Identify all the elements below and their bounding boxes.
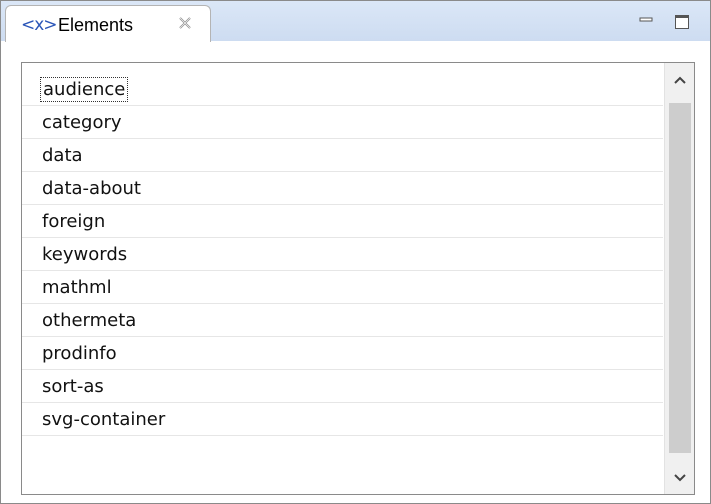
element-tag-icon: <x>	[21, 15, 58, 35]
list-item-label: audience	[39, 77, 129, 102]
elements-view: <x> Elements audience category data data-ab…	[0, 0, 711, 504]
list-item-label: category	[42, 112, 122, 133]
list-item[interactable]: category	[22, 106, 663, 139]
list-item[interactable]: prodinfo	[22, 337, 663, 370]
list-item[interactable]: sort-as	[22, 370, 663, 403]
elements-list-items: audience category data data-about foreign key…	[22, 63, 663, 494]
list-item[interactable]: svg-container	[22, 403, 663, 436]
list-item[interactable]: audience	[22, 73, 663, 106]
list-item[interactable]: othermeta	[22, 304, 663, 337]
list-item-label: data	[42, 145, 83, 166]
scrollbar-thumb[interactable]	[669, 103, 691, 453]
list-item-label: mathml	[42, 277, 112, 298]
elements-list[interactable]: audience category data data-about foreign key…	[21, 62, 695, 495]
vertical-scrollbar[interactable]	[664, 63, 694, 494]
list-item-label: othermeta	[42, 310, 137, 331]
list-item-label: svg-container	[42, 409, 166, 430]
list-item-label: sort-as	[42, 376, 104, 397]
list-item-label: keywords	[42, 244, 128, 265]
close-icon[interactable]	[176, 14, 194, 32]
tab-elements[interactable]: <x> Elements	[5, 5, 211, 42]
chevron-up-icon[interactable]	[665, 65, 695, 95]
list-item[interactable]: data-about	[22, 172, 663, 205]
view-title-bar: <x> Elements	[1, 1, 710, 42]
minimize-icon[interactable]	[637, 13, 655, 31]
list-item[interactable]: foreign	[22, 205, 663, 238]
maximize-icon[interactable]	[673, 13, 691, 31]
list-item-label: prodinfo	[42, 343, 117, 364]
chevron-down-icon[interactable]	[665, 463, 695, 493]
list-item[interactable]: mathml	[22, 271, 663, 304]
list-item-label: data-about	[42, 178, 141, 199]
tab-title: Elements	[58, 15, 134, 35]
list-item[interactable]: keywords	[22, 238, 663, 271]
list-item-label: foreign	[42, 211, 106, 232]
list-item[interactable]: data	[22, 139, 663, 172]
